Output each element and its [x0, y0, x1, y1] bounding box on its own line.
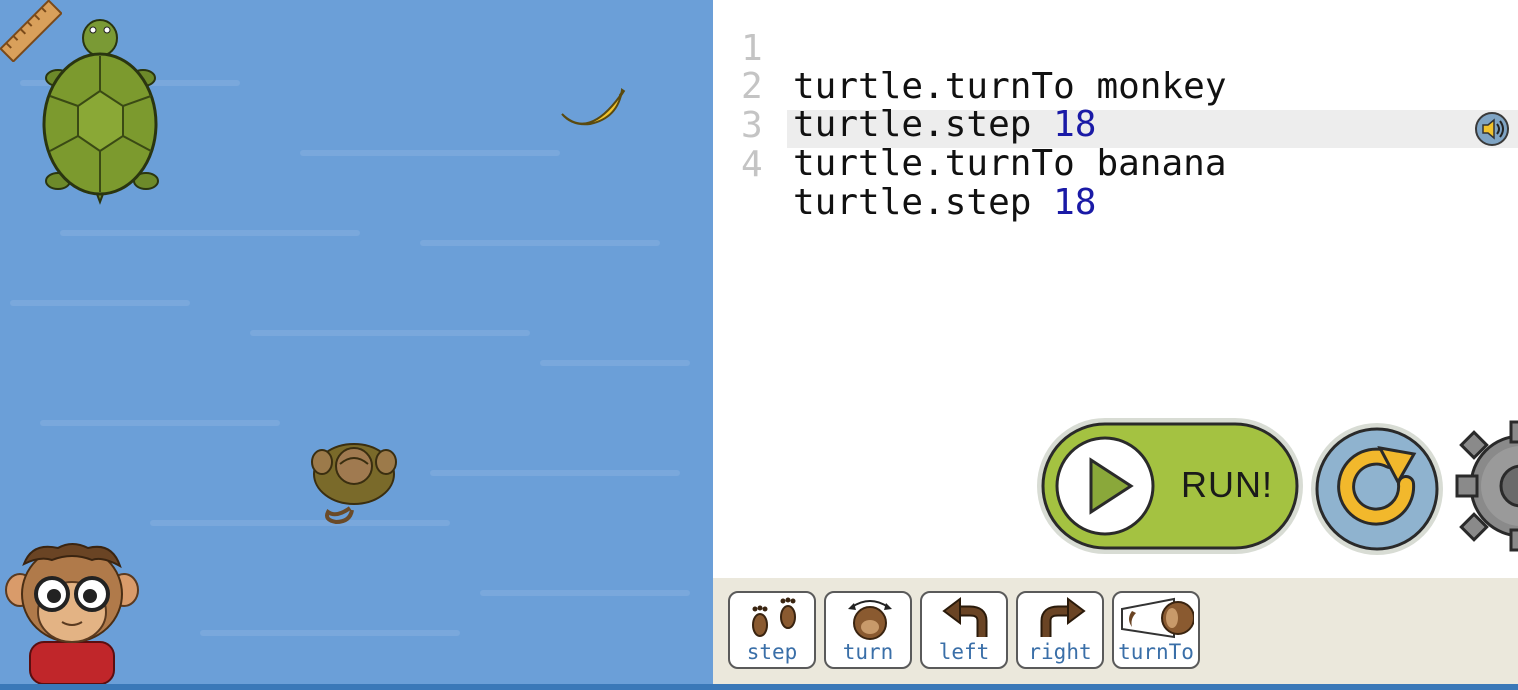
arrow-left-icon [942, 597, 988, 637]
banana-sprite [561, 88, 626, 126]
turtle-sprite [42, 19, 159, 205]
reset-button[interactable] [1310, 422, 1444, 556]
speaker-icon[interactable] [1475, 112, 1509, 146]
code-argument: 18 [1053, 182, 1097, 223]
block-label: turn [842, 640, 894, 664]
settings-gear-button[interactable] [1453, 420, 1518, 555]
monkey-sprite [311, 443, 397, 525]
run-label: RUN! [1181, 464, 1273, 505]
block-step[interactable]: step [728, 591, 816, 669]
run-button[interactable]: RUN! [1035, 416, 1305, 556]
block-turn[interactable]: turn [824, 591, 912, 669]
block-right[interactable]: right [1016, 591, 1104, 669]
line-number: 4 [741, 144, 763, 185]
arrow-right-icon [1040, 597, 1086, 637]
monkey-turn-icon [848, 600, 892, 640]
bottom-bar [0, 684, 1518, 690]
command-palette: step turn left right turnTo [713, 578, 1518, 684]
code-line[interactable]: 1 turtle.turnTo monkey [713, 0, 1518, 106]
code-command: turtle.step [793, 182, 1032, 223]
code-argument: banana [1096, 143, 1227, 184]
block-label: step [746, 640, 798, 664]
code-line[interactable]: 2 turtle.step 18 [713, 30, 1518, 144]
code-editor[interactable]: 1 turtle.turnTo monkey 2 turtle.step 18 … [713, 0, 1518, 578]
block-turnto[interactable]: turnTo [1112, 591, 1200, 669]
block-label: left [938, 640, 990, 664]
character-avatar [5, 543, 139, 684]
gear-icon [1455, 420, 1518, 552]
game-stage [0, 0, 713, 684]
turnto-icon [1121, 597, 1194, 639]
footprints-icon [752, 597, 796, 637]
block-label: right [1028, 640, 1092, 664]
block-label: turnTo [1118, 640, 1194, 664]
code-command: turtle.turnTo [793, 143, 1075, 184]
block-left[interactable]: left [920, 591, 1008, 669]
code-line-active[interactable]: 4 turtle.step 18 [713, 108, 1518, 222]
code-line[interactable]: 3 turtle.turnTo banana [713, 69, 1518, 183]
